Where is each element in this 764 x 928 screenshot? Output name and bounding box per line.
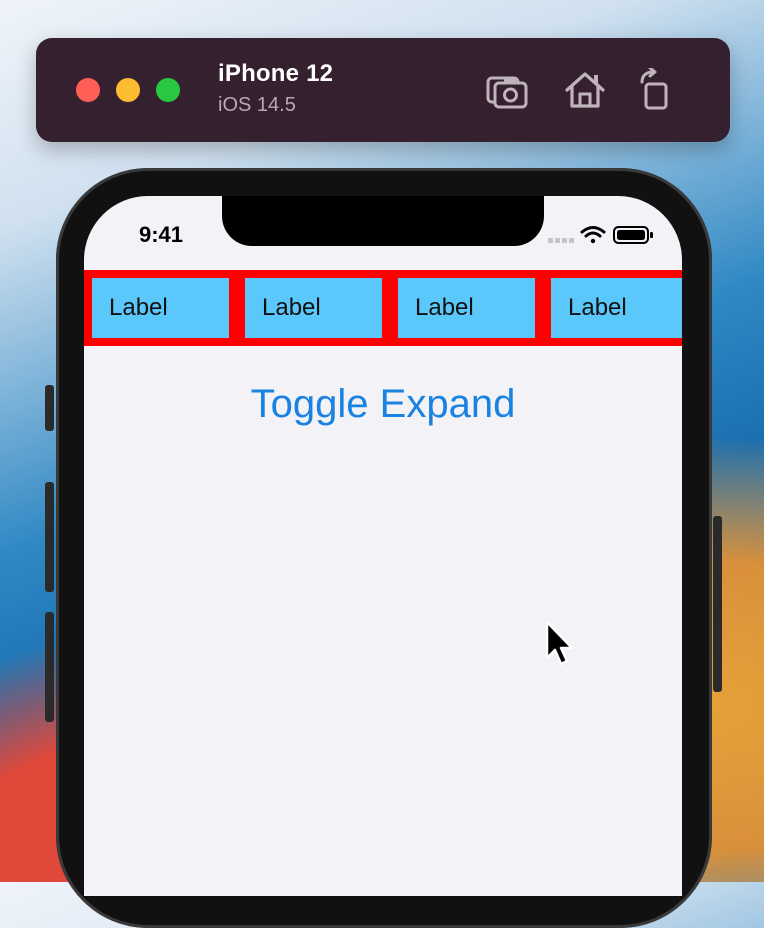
minimize-window-button[interactable] — [116, 78, 140, 102]
close-window-button[interactable] — [76, 78, 100, 102]
volume-down-button — [45, 612, 54, 722]
battery-icon — [613, 226, 653, 244]
mute-switch — [45, 385, 54, 431]
label-text: Label — [262, 294, 321, 321]
label-text: Label — [415, 294, 474, 321]
notch — [222, 196, 544, 246]
device-name: iPhone 12 — [218, 60, 334, 87]
os-version: iOS 14.5 — [218, 94, 296, 116]
iphone-screen: 9:41 Label Label Label Label Toggle Expa… — [84, 196, 682, 896]
label-cell: Label — [245, 278, 382, 338]
rotate-icon[interactable] — [634, 68, 680, 112]
status-icons — [548, 226, 653, 244]
status-time: 9:41 — [139, 222, 184, 247]
label-text: Label — [109, 294, 168, 321]
volume-up-button — [45, 482, 54, 592]
mouse-cursor-icon — [545, 620, 574, 666]
zoom-window-button[interactable] — [156, 78, 180, 102]
label-cell: Label — [551, 278, 682, 338]
wifi-icon — [580, 226, 606, 244]
toggle-expand-button[interactable]: Toggle Expand — [84, 382, 682, 427]
simulator-title-bar: iPhone 12 iOS 14.5 — [36, 38, 730, 142]
label-text: Label — [568, 294, 627, 321]
label-cell: Label — [398, 278, 535, 338]
label-row: Label Label Label Label — [84, 270, 682, 346]
signal-icon — [548, 238, 574, 243]
home-icon[interactable] — [562, 68, 608, 112]
label-cell: Label — [92, 278, 229, 338]
screenshot-icon[interactable] — [484, 68, 530, 112]
power-button — [713, 516, 722, 692]
